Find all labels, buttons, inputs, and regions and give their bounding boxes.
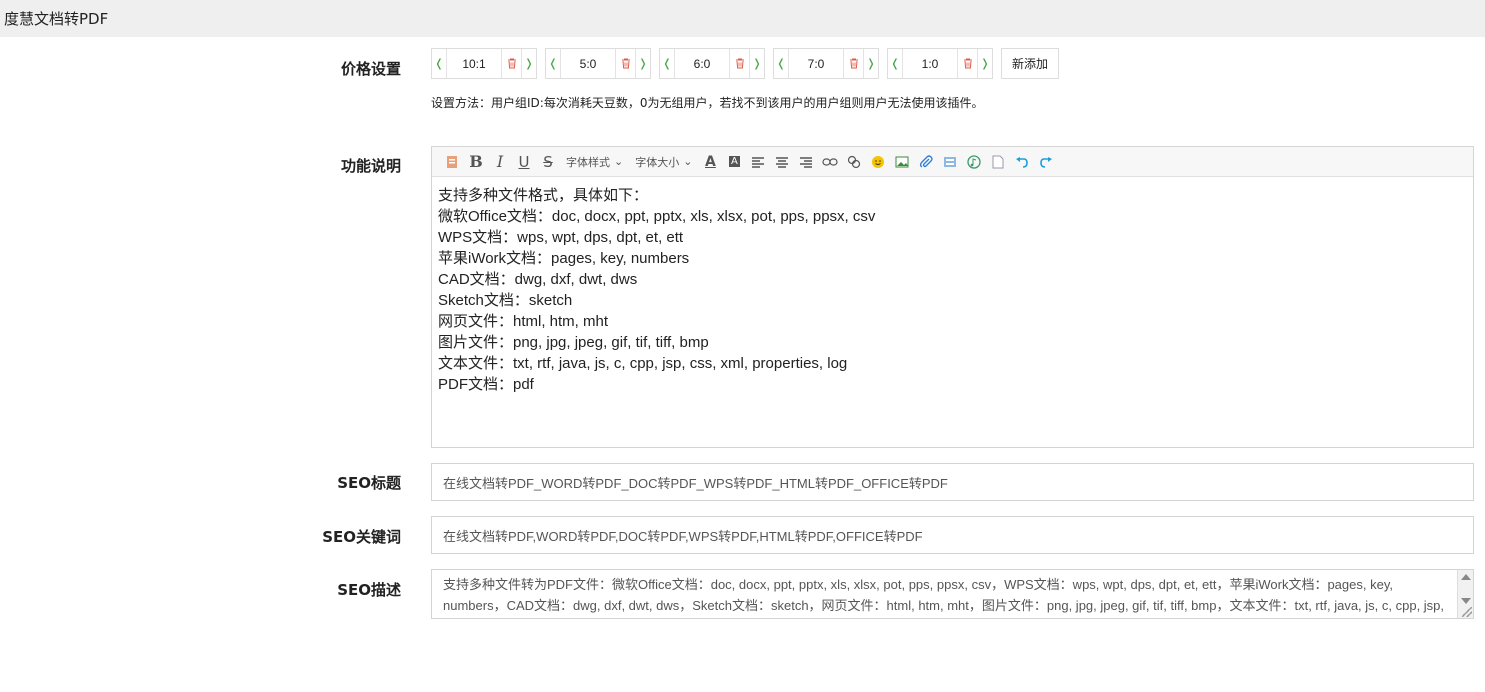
font-color-icon[interactable]: A xyxy=(698,151,722,173)
editor-line: 苹果iWork文档：pages, key, numbers xyxy=(438,250,690,267)
font-style-dropdown[interactable]: 字体样式 ⌄ xyxy=(560,151,629,173)
font-size-dropdown[interactable]: 字体大小 ⌄ xyxy=(629,151,698,173)
align-left-icon[interactable] xyxy=(746,151,770,173)
source-icon[interactable] xyxy=(440,151,464,173)
move-right-icon[interactable]: ❭ xyxy=(750,49,764,78)
window-title: 度慧文档转PDF xyxy=(4,10,109,28)
price-setting-hint: 设置方法：用户组ID:每次消耗天豆数，0为无组用户，若找不到该用户的用户组则用户… xyxy=(431,96,984,110)
background-color-icon[interactable]: A xyxy=(722,151,746,173)
price-setting-group: ❬ 10:1 ❭ ❬ 5:0 ❭ ❬ 6:0 ❭ ❬ 7:0 ❭ ❬ 1:0 ❭… xyxy=(431,48,1060,80)
align-center-icon[interactable] xyxy=(770,151,794,173)
editor-content[interactable]: 支持多种文件格式，具体如下： 微软Office文档：doc, docx, ppt… xyxy=(432,177,1473,403)
editor-line: PDF文档：pdf xyxy=(438,376,534,393)
price-setting-label: 价格设置 xyxy=(340,60,401,78)
rich-text-editor: B I U S 字体样式 ⌄ 字体大小 ⌄ A A 支持多种文件格式，具体如下： 微… xyxy=(431,146,1474,448)
move-left-icon[interactable]: ❬ xyxy=(888,49,902,78)
bold-icon[interactable]: B xyxy=(464,151,488,173)
price-item: ❬ 7:0 ❭ xyxy=(773,48,879,79)
move-right-icon[interactable]: ❭ xyxy=(636,49,650,78)
editor-line: 文本文件：txt, rtf, java, js, c, cpp, jsp, cs… xyxy=(438,355,848,372)
seo-keywords-input[interactable]: 在线文档转PDF,WORD转PDF,DOC转PDF,WPS转PDF,HTML转P… xyxy=(431,516,1474,554)
price-item: ❬ 6:0 ❭ xyxy=(659,48,765,79)
price-input[interactable]: 10:1 xyxy=(446,49,502,78)
chevron-down-icon: ⌄ xyxy=(683,155,693,168)
move-right-icon[interactable]: ❭ xyxy=(522,49,536,78)
price-input[interactable]: 1:0 xyxy=(902,49,958,78)
seo-description-textarea[interactable]: 支持多种文件转为PDF文件：微软Office文档：doc, docx, ppt,… xyxy=(431,569,1474,619)
delete-icon[interactable] xyxy=(730,49,750,78)
editor-line: 支持多种文件格式，具体如下： xyxy=(438,187,649,204)
strikethrough-icon[interactable]: S xyxy=(536,151,560,173)
price-input[interactable]: 5:0 xyxy=(560,49,616,78)
price-input[interactable]: 7:0 xyxy=(788,49,844,78)
scroll-down-icon[interactable] xyxy=(1461,598,1471,604)
move-left-icon[interactable]: ❬ xyxy=(432,49,446,78)
delete-icon[interactable] xyxy=(844,49,864,78)
move-right-icon[interactable]: ❭ xyxy=(864,49,878,78)
editor-line: 微软Office文档：doc, docx, ppt, pptx, xls, xl… xyxy=(438,208,876,225)
price-item: ❬ 1:0 ❭ xyxy=(887,48,993,79)
chevron-down-icon: ⌄ xyxy=(614,155,624,168)
scrollbar[interactable] xyxy=(1457,570,1473,618)
price-item: ❬ 5:0 ❭ xyxy=(545,48,651,79)
seo-description-text: 支持多种文件转为PDF文件：微软Office文档：doc, docx, ppt,… xyxy=(443,577,1445,613)
feature-description-label: 功能说明 xyxy=(340,157,401,175)
move-left-icon[interactable]: ❬ xyxy=(774,49,788,78)
font-size-label: 字体大小 xyxy=(635,155,680,169)
link-icon[interactable] xyxy=(818,151,842,173)
resize-handle-icon[interactable] xyxy=(1462,607,1472,617)
move-left-icon[interactable]: ❬ xyxy=(546,49,560,78)
add-price-button[interactable]: 新添加 xyxy=(1001,48,1060,79)
seo-title-input[interactable]: 在线文档转PDF_WORD转PDF_DOC转PDF_WPS转PDF_HTML转P… xyxy=(431,463,1474,501)
move-left-icon[interactable]: ❬ xyxy=(660,49,674,78)
editor-line: 网页文件：html, htm, mht xyxy=(438,313,609,330)
music-icon[interactable] xyxy=(962,151,986,173)
image-icon[interactable] xyxy=(890,151,914,173)
delete-icon[interactable] xyxy=(502,49,522,78)
unlink-icon[interactable] xyxy=(842,151,866,173)
move-right-icon[interactable]: ❭ xyxy=(978,49,992,78)
emoticon-icon[interactable] xyxy=(866,151,890,173)
delete-icon[interactable] xyxy=(616,49,636,78)
underline-icon[interactable]: U xyxy=(512,151,536,173)
multi-image-icon[interactable] xyxy=(938,151,962,173)
delete-icon[interactable] xyxy=(958,49,978,78)
editor-line: WPS文档：wps, wpt, dps, dpt, et, ett xyxy=(438,229,684,246)
window-titlebar: 度慧文档转PDF xyxy=(0,0,1485,37)
scroll-up-icon[interactable] xyxy=(1461,574,1471,580)
font-style-label: 字体样式 xyxy=(566,155,610,169)
align-right-icon[interactable] xyxy=(794,151,818,173)
editor-line: CAD文档：dwg, dxf, dwt, dws xyxy=(438,271,638,288)
price-input[interactable]: 6:0 xyxy=(674,49,730,78)
redo-icon[interactable] xyxy=(1034,151,1058,173)
price-item: ❬ 10:1 ❭ xyxy=(431,48,537,79)
attachment-icon[interactable] xyxy=(914,151,938,173)
document-icon[interactable] xyxy=(986,151,1010,173)
seo-keywords-label: SEO关键词 xyxy=(322,528,401,546)
editor-line: 图片文件：png, jpg, jpeg, gif, tif, tiff, bmp xyxy=(438,334,709,351)
editor-line: Sketch文档：sketch xyxy=(438,292,573,309)
editor-toolbar: B I U S 字体样式 ⌄ 字体大小 ⌄ A A xyxy=(432,147,1473,177)
seo-title-label: SEO标题 xyxy=(337,474,401,492)
undo-icon[interactable] xyxy=(1010,151,1034,173)
seo-description-label: SEO描述 xyxy=(337,581,401,599)
italic-icon[interactable]: I xyxy=(488,151,512,173)
